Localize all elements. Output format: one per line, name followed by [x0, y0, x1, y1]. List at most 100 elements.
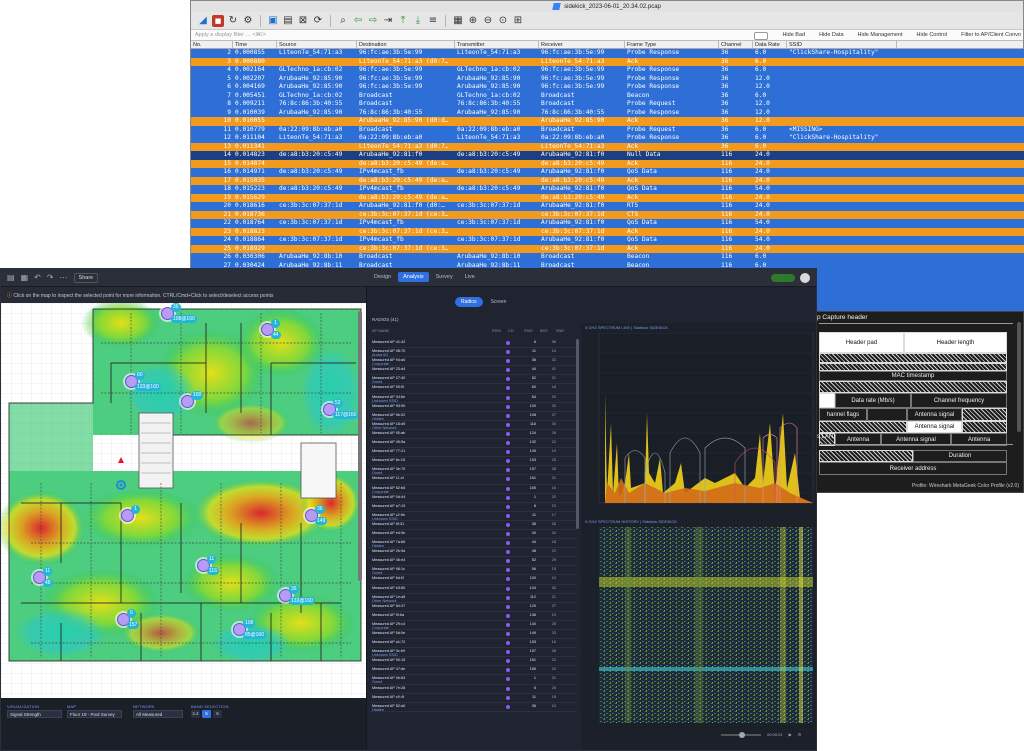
- zoom-in-icon[interactable]: ⊕: [467, 15, 479, 27]
- save-file-icon[interactable]: ▤: [282, 15, 294, 27]
- packet-row[interactable]: 15 0.014874 de:a8:b3:20:c5:49 (de:a… de:a8:…: [191, 159, 1024, 168]
- radio-list-item[interactable]: Measured AP 18:d9 Other Network 116 30: [370, 421, 577, 430]
- autoscroll-icon[interactable]: ≡: [427, 15, 439, 27]
- diagram-scrollbar[interactable]: [1017, 322, 1021, 432]
- radio-list-item[interactable]: Measured AP a1:72 153 16: [370, 639, 577, 649]
- antenna-signal-field-2[interactable]: Antenna signal: [907, 421, 962, 433]
- radio-list-item[interactable]: Measured AP 5f:31 36 26: [370, 521, 577, 530]
- undo-icon[interactable]: ↶: [34, 273, 41, 282]
- hide-control-button[interactable]: Hide Control: [917, 30, 948, 41]
- radio-list-item[interactable]: Measured AP 11:cf 161 31: [370, 475, 577, 485]
- go-back-icon[interactable]: ⇦: [352, 15, 364, 27]
- packet-row[interactable]: 3 0.000880 LiteonTe_54:71:a3 (d0:7… LiteonT…: [191, 57, 1024, 66]
- column-header-destination[interactable]: Destination: [357, 41, 455, 48]
- network-select[interactable]: All Measured: [133, 710, 183, 718]
- radio-list-item[interactable]: Measured AP 94:a0 Corporate 36 32: [370, 357, 577, 367]
- sidebar-toggle-icon[interactable]: ▤: [7, 273, 15, 282]
- header-length-field[interactable]: Header length: [904, 332, 1007, 353]
- radio-list-item[interactable]: Measured AP 41:42 6 36: [370, 339, 577, 349]
- display-filter-input[interactable]: Apply a display filter … <⌘/> Hide Bad H…: [191, 30, 1023, 41]
- col-ch[interactable]: CH: [508, 329, 524, 333]
- radio-list-item[interactable]: Measured AP 47:de 165 20: [370, 666, 577, 676]
- packet-row[interactable]: 13 0.011341 LiteonTe_54:71:a3 (d0:7… Liteon…: [191, 142, 1024, 151]
- tab-survey[interactable]: Survey: [431, 272, 458, 282]
- packet-row[interactable]: 12 0.011104 LiteonTe_54:71:a3 0a:22:09:8b:e…: [191, 134, 1024, 143]
- packet-row[interactable]: 6 0.004169 ArubaaHe_92:85:90 96:fc:ae:3b:5e…: [191, 83, 1024, 92]
- tab-design[interactable]: Design: [369, 272, 396, 282]
- radio-list-item[interactable]: Measured AP 3c:b9 Unknown SSID 157 28: [370, 648, 577, 658]
- packet-row[interactable]: 20 0.018616 ce:3b:3c:07:37:1d ArubaaHe_92:8…: [191, 202, 1024, 211]
- packet-row[interactable]: 17 0.015035 de:a8:b3:20:c5:49 (de:a… de:a8:…: [191, 176, 1024, 185]
- map-select[interactable]: Floor 19 - Pool Survey: [67, 710, 122, 718]
- radio-list-item[interactable]: Measured AP 23:d4 44 41: [370, 366, 577, 376]
- visualization-select[interactable]: Signal Strength: [7, 710, 62, 718]
- band-2-4-button[interactable]: 2.4: [191, 710, 200, 718]
- stop-capture-icon[interactable]: ■: [212, 14, 224, 27]
- go-forward-icon[interactable]: ⇨: [367, 15, 379, 27]
- radio-list-item[interactable]: Measured AP 90:ab 124 26: [370, 430, 577, 440]
- normal-size-icon[interactable]: ⊙: [497, 15, 509, 27]
- receiver-address-field[interactable]: Receiver address: [819, 462, 1007, 475]
- radio-list-item[interactable]: Measured AP 46:e3 52 29: [370, 557, 577, 567]
- col-bss[interactable]: BSS: [540, 329, 556, 333]
- column-header-source[interactable]: Source: [277, 41, 357, 48]
- data-rate-field[interactable]: Data rate (Mb/s): [835, 393, 911, 408]
- col-ssid[interactable]: SSID: [524, 329, 540, 333]
- filter-ap-client-button[interactable]: Filter to AP/Client Convo: [961, 30, 1021, 41]
- grid-icon[interactable]: ▦: [21, 273, 29, 282]
- find-packet-icon[interactable]: ⌕: [337, 15, 349, 27]
- hide-management-button[interactable]: Hide Management: [858, 30, 903, 41]
- radio-list-item[interactable]: Measured AP 5d:0e 149 33: [370, 630, 577, 640]
- restart-capture-icon[interactable]: ↻: [227, 15, 239, 27]
- start-capture-icon[interactable]: ◢: [197, 15, 209, 27]
- radio-list-item[interactable]: Measured AP f0:6a 136 19: [370, 612, 577, 621]
- radio-list-item[interactable]: Measured AP 7a:66 Hidden 44 18: [370, 539, 577, 549]
- radio-list-item[interactable]: Measured AP 50:f0 60 18: [370, 384, 577, 394]
- packet-row[interactable]: 21 0.018736 ce:3b:3c:07:37:1d (ce:3… ce:3b:…: [191, 210, 1024, 219]
- radio-list-item[interactable]: Measured AP 62:b8 Corporate 165 16: [370, 485, 577, 494]
- radio-list-item[interactable]: Measured AP 7e:28 6 26: [370, 685, 577, 694]
- capture-options-icon[interactable]: ⚙: [242, 15, 254, 27]
- radio-list-item[interactable]: Measured AP 2b:9d 48 22: [370, 548, 577, 558]
- go-to-packet-icon[interactable]: ⇥: [382, 15, 394, 27]
- radio-list-item[interactable]: Measured AP 1e:a5 Other Network 112 21: [370, 594, 577, 603]
- band-6-button[interactable]: 6: [213, 710, 222, 718]
- col-rssi[interactable]: RSSI: [492, 329, 508, 333]
- spectrum-live-chart[interactable]: [585, 333, 815, 513]
- share-button[interactable]: Share: [73, 272, 99, 283]
- profile-status[interactable]: Profile: Wireshark MetaGeek Color Profil…: [912, 483, 1019, 489]
- column-header-channel[interactable]: Channel: [719, 41, 753, 48]
- col-snr[interactable]: SNR: [556, 329, 572, 333]
- radio-list-item[interactable]: Measured AP 0b:63 Guest 1 31: [370, 675, 577, 685]
- radio-list-item[interactable]: Measured AP 6d:f2 100 24: [370, 575, 577, 585]
- first-packet-icon[interactable]: ⤒: [397, 15, 409, 27]
- hide-data-button[interactable]: Hide Data: [819, 30, 843, 41]
- column-header-time[interactable]: Time: [233, 41, 277, 48]
- packet-row[interactable]: 9 0.010039 ArubaaHe_92:85:90 76:8c:86:3b:40…: [191, 108, 1024, 117]
- packet-row[interactable]: 14 0.014823 de:a8:b3:20:c5:49 ArubaaHe_92:8…: [191, 151, 1024, 160]
- tab-radios[interactable]: Radios: [455, 297, 483, 307]
- column-header-frame-type[interactable]: Frame Type: [625, 41, 719, 48]
- radio-list-item[interactable]: Measured AP c2:5e Unknown SSID 11 17: [370, 512, 577, 521]
- mac-timestamp-field[interactable]: MAC timestamp: [819, 371, 1007, 381]
- radio-list-item[interactable]: Measured AP 34:6e Unknown SSID 64 29: [370, 394, 577, 403]
- filter-dropdown[interactable]: [754, 31, 769, 40]
- tab-analysis[interactable]: Analysis: [398, 272, 429, 282]
- channel-frequency-field[interactable]: Channel frequency: [911, 393, 1007, 408]
- duration-field[interactable]: Duration: [913, 450, 1007, 462]
- column-header-receiver[interactable]: Receiver: [539, 41, 625, 48]
- radio-list-item[interactable]: Measured AP 77:21 149 19: [370, 448, 577, 458]
- tab-screen[interactable]: Screen: [485, 297, 513, 307]
- radio-list-item[interactable]: Measured AP 0d:44 1 20: [370, 494, 577, 503]
- last-packet-icon[interactable]: ⤓: [412, 15, 424, 27]
- open-file-icon[interactable]: ▣: [267, 15, 279, 27]
- radio-list-item[interactable]: Measured AP 8c:15 153 25: [370, 457, 577, 467]
- flags-field[interactable]: [819, 393, 835, 408]
- radio-list-item[interactable]: Measured AP 90:15 161 22: [370, 657, 577, 667]
- packet-row[interactable]: 5 0.002207 ArubaaHe_92:85:90 96:fc:ae:3b:5e…: [191, 74, 1024, 83]
- packet-row[interactable]: 16 0.014971 de:a8:b3:20:c5:49 IPv4mcast_fb d…: [191, 168, 1024, 177]
- tab-live[interactable]: Live: [460, 272, 480, 282]
- radio-list-item[interactable]: Measured AP 49:5a 132 22: [370, 439, 577, 449]
- radio-list-item[interactable]: Measured AP 27:40 Guest 52 21: [370, 375, 577, 385]
- packet-row[interactable]: 7 0.005451 GLTechno_1a:cb:02 Broadcast GLTec…: [191, 91, 1024, 100]
